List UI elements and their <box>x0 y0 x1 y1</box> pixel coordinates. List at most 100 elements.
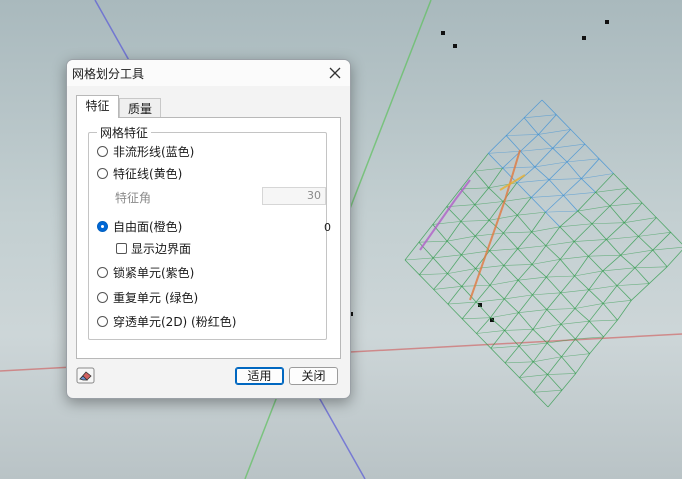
mesh-edge <box>447 254 462 274</box>
mesh-edge <box>447 286 463 305</box>
mesh-edge <box>603 319 618 338</box>
dialog-title: 网格划分工具 <box>72 67 145 81</box>
label-free-face: 自由面(橙色) <box>113 219 183 234</box>
radio-penetrating-element[interactable] <box>97 315 108 327</box>
mesh-edge <box>559 210 578 228</box>
mesh-edge <box>606 222 625 240</box>
mesh-edge <box>518 312 534 330</box>
mesh-edge <box>517 264 533 281</box>
mesh-edge <box>461 318 477 334</box>
mesh-edge <box>575 338 590 354</box>
mesh-edge <box>609 202 643 207</box>
label-feature-angle: 特征角 <box>115 191 152 205</box>
mesh-edge <box>516 166 536 184</box>
mesh-edge <box>476 317 491 334</box>
mesh-edge <box>563 191 596 196</box>
radio-locked-element[interactable] <box>97 266 108 278</box>
option-feature-line[interactable]: 特征线(黄色) <box>97 164 182 182</box>
mesh-edge <box>546 342 562 358</box>
radio-duplicate-element[interactable] <box>97 291 108 303</box>
mesh-edge <box>598 158 614 174</box>
mesh-edge <box>620 254 636 269</box>
mesh-tool-dialog: 网格划分工具 特征 质量 网格特征 非流形线(蓝色) 特征线(黄色) 特征角 3… <box>66 59 351 399</box>
mesh-edge <box>503 214 518 234</box>
label-duplicate-element: 重复单元 (绿色) <box>113 290 199 305</box>
mesh-edge <box>560 308 576 325</box>
mesh-edge <box>588 320 604 338</box>
mesh-edge <box>518 309 547 313</box>
mesh-edge <box>574 308 590 322</box>
option-show-boundary[interactable]: 显示边界面 <box>116 239 191 257</box>
option-penetrating-element[interactable]: 穿透单元(2D) (粉红色) <box>97 312 236 330</box>
mesh-edge <box>602 254 621 272</box>
mesh-edge <box>520 134 539 152</box>
option-duplicate-element[interactable]: 重复单元 (绿色) <box>97 288 198 306</box>
mesh-edge <box>520 150 536 168</box>
mesh-edge <box>460 219 490 222</box>
mesh-edge <box>566 143 586 163</box>
title-bar: 网格划分工具 <box>67 60 350 86</box>
radio-feature-line[interactable] <box>97 167 108 179</box>
option-non-manifold-line[interactable]: 非流形线(蓝色) <box>97 142 194 160</box>
mesh-edge <box>623 222 639 237</box>
mesh-edge <box>462 317 491 320</box>
mesh-edge <box>504 345 520 364</box>
mesh-edge <box>574 275 590 290</box>
mesh-edge <box>620 236 639 256</box>
mesh-edge <box>531 264 547 278</box>
mesh-edge <box>546 259 561 278</box>
mesh-edge <box>489 284 505 300</box>
close-icon[interactable] <box>324 63 346 83</box>
feature-angle-input[interactable]: 30 <box>262 187 326 205</box>
mesh-edge <box>517 245 546 249</box>
mesh-edge <box>577 192 596 212</box>
mesh-edge <box>505 117 525 136</box>
mesh-edge <box>581 173 614 179</box>
mesh-edge <box>490 312 519 319</box>
mesh-edge <box>475 301 491 318</box>
option-locked-element[interactable]: 锁紧单元(紫色) <box>97 263 194 281</box>
eraser-icon[interactable] <box>76 367 95 384</box>
apply-button[interactable]: 适用 <box>235 367 284 385</box>
mesh-edge <box>634 266 668 269</box>
tab-feature[interactable]: 特征 <box>76 95 119 118</box>
mesh-edge <box>588 255 604 272</box>
group-title: 网格特征 <box>97 124 152 141</box>
tab-quality[interactable]: 质量 <box>119 98 161 119</box>
mesh-edge <box>490 317 505 331</box>
mesh-edge <box>517 279 533 296</box>
mesh-edge <box>547 389 563 408</box>
mesh-edge <box>490 345 520 349</box>
mesh-edge <box>531 245 547 265</box>
mesh-edge <box>447 268 476 274</box>
mesh-edge <box>503 232 519 249</box>
mesh-edge <box>613 173 629 189</box>
mesh-edge <box>488 167 503 189</box>
option-free-face[interactable]: 自由面(橙色) <box>97 217 182 235</box>
mesh-edge <box>518 276 547 281</box>
mesh-edge <box>575 353 590 374</box>
mesh-edge <box>504 149 521 201</box>
mesh-edge <box>538 134 553 149</box>
mesh-edge <box>519 361 534 378</box>
mesh-edge <box>559 259 575 277</box>
mesh-edge <box>518 294 533 313</box>
mesh-edge <box>595 191 611 207</box>
radio-free-face[interactable] <box>97 220 108 232</box>
close-button[interactable]: 关闭 <box>289 367 338 385</box>
checkbox-show-boundary[interactable] <box>116 242 127 254</box>
mesh-edge <box>503 197 532 202</box>
mesh-edge <box>546 309 562 325</box>
node-marker <box>582 36 586 40</box>
node-marker <box>605 20 609 24</box>
mesh-edge <box>588 303 604 322</box>
mesh-edge <box>574 303 604 309</box>
mesh-edge <box>606 236 639 240</box>
mesh-edge <box>519 377 534 393</box>
mesh-edge <box>475 232 504 237</box>
mesh-edge <box>538 129 571 135</box>
mesh-edge <box>531 226 560 233</box>
mesh-edge <box>577 210 593 225</box>
radio-non-manifold-line[interactable] <box>97 145 108 157</box>
mesh-edge <box>561 338 576 357</box>
